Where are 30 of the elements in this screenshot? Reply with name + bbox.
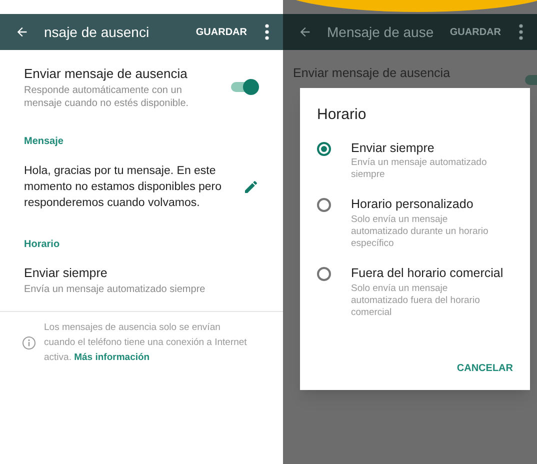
option-label: Horario personalizado: [351, 196, 474, 214]
radio-button[interactable]: [317, 198, 331, 212]
screen-title: nsaje de ausenci: [44, 22, 150, 42]
info-text: Los mensajes de ausencia solo se envían cuando el teléfono tiene una conexión a Internet activa. Más información: [44, 321, 248, 366]
setting-subtitle: Responde automáticamente con un mensaje cuando no estés disponible.: [24, 84, 190, 110]
message-text: Hola, gracias por tu mensaje. En este momento no estamos disponibles pero responderemos cuando volvamos.: [24, 164, 223, 210]
more-info-link[interactable]: Más información: [74, 352, 150, 364]
screen-title: Mensaje de ause: [327, 22, 435, 42]
save-button[interactable]: GUARDAR: [450, 24, 501, 40]
menu-button[interactable]: [263, 22, 271, 42]
setting-title: Enviar mensaje de ausencia: [24, 65, 188, 83]
option-description: Solo envía un mensaje automatizado durante un horario específico: [351, 214, 490, 250]
option-description: Envía un mensaje automatizado siempre: [351, 157, 488, 182]
save-button[interactable]: GUARDAR: [196, 24, 247, 40]
info-icon: [22, 336, 36, 350]
cancel-button[interactable]: CANCELAR: [456, 361, 513, 376]
radio-button[interactable]: [317, 142, 331, 156]
edit-icon[interactable]: [243, 178, 259, 194]
setting-title: Enviar siempre: [24, 264, 108, 282]
option-label: Enviar siempre: [351, 140, 436, 157]
option-description: Solo envía un mensaje automatizado fuera del horario comercial: [351, 282, 481, 319]
option-label: Fuera del horario comercial: [351, 265, 504, 282]
setting-title: Enviar mensaje de ausencia: [293, 65, 452, 82]
radio-button[interactable]: [317, 267, 331, 281]
dialog-title: Horario: [317, 105, 368, 125]
setting-subtitle: Envía un mensaje automatizado siempre: [24, 283, 206, 298]
section-header: Horario: [23, 238, 61, 252]
menu-button[interactable]: [517, 22, 525, 42]
section-header: Mensaje: [23, 134, 64, 148]
toggle-switch[interactable]: [229, 78, 259, 95]
